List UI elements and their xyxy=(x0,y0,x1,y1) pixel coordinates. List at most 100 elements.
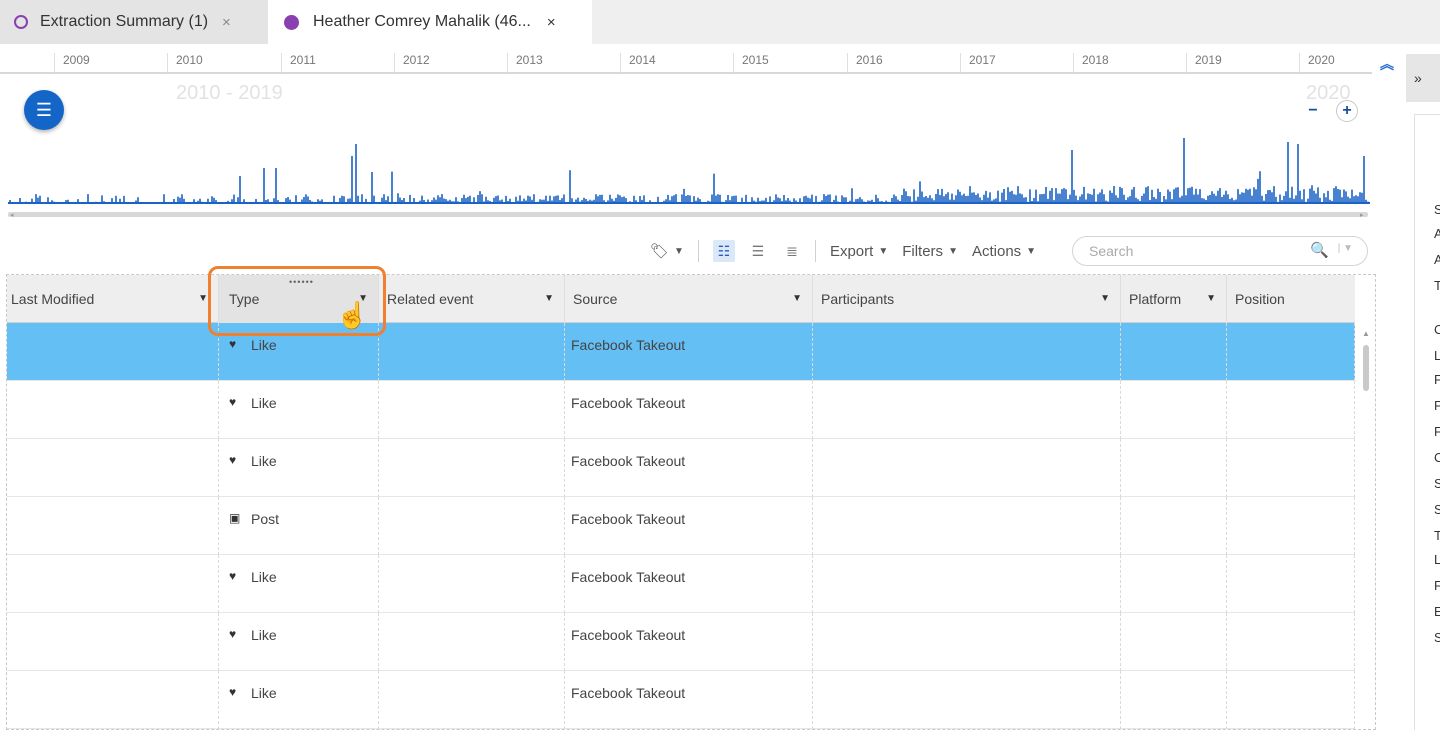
panel-toggle-button[interactable]: » xyxy=(1406,54,1440,102)
heart-icon: ♥ xyxy=(229,337,237,351)
column-header-related-event[interactable]: Related event ▼ xyxy=(379,275,565,323)
column-label: Position xyxy=(1235,291,1285,307)
svg-text:◂: ◂ xyxy=(10,212,14,219)
details-side-panel: » xyxy=(1406,46,1440,730)
timeline-panel[interactable]: 2009 2010 2011 2012 2013 2014 2015 2016 … xyxy=(0,46,1372,228)
search-placeholder: Search xyxy=(1089,243,1134,259)
heart-icon: ♥ xyxy=(229,685,237,699)
cell-last-modified xyxy=(7,439,219,497)
cell-position xyxy=(1227,381,1355,439)
filters-label: Filters xyxy=(902,242,944,260)
filters-dropdown[interactable]: Filters ▼ xyxy=(902,243,958,260)
export-label: Export xyxy=(829,242,874,260)
close-icon[interactable]: × xyxy=(222,14,231,31)
timeline-activity-graph: ◂ ▸ xyxy=(8,138,1370,219)
cell-last-modified xyxy=(7,613,219,671)
search-icon[interactable]: 🔍 xyxy=(1310,241,1329,259)
list-view-icon[interactable]: ☰ xyxy=(747,240,769,262)
table-view-icon[interactable]: ☷ xyxy=(712,240,735,262)
cell-platform xyxy=(1121,323,1227,381)
panel-text-fragment: S xyxy=(1434,630,1440,645)
scroll-up-arrow-icon[interactable]: ▲ xyxy=(1362,329,1370,338)
cell-last-modified xyxy=(7,671,219,729)
cell-source: Facebook Takeout xyxy=(565,555,813,613)
column-label: Related event xyxy=(387,291,474,307)
cell-text: Like xyxy=(251,395,277,411)
hand-cursor-icon: ☝ xyxy=(336,300,369,330)
cell-position xyxy=(1227,497,1355,555)
actions-dropdown[interactable]: Actions ▼ xyxy=(972,243,1036,260)
tab-label: Heather Comrey Mahalik (46... xyxy=(313,13,531,30)
column-label: Participants xyxy=(821,291,895,307)
column-header-source[interactable]: Source ▼ xyxy=(565,275,813,323)
panel-text-fragment: C xyxy=(1434,322,1440,337)
column-header-platform[interactable]: Platform ▼ xyxy=(1121,275,1227,323)
cell-source: Facebook Takeout xyxy=(565,381,813,439)
cell-type: ♥ Like xyxy=(219,439,379,497)
cell-type: ♥ Like xyxy=(219,613,379,671)
cell-text: Facebook Takeout xyxy=(571,395,686,411)
table-row[interactable]: ♥ Like Facebook Takeout xyxy=(7,671,1355,729)
close-icon[interactable]: × xyxy=(547,14,556,31)
list-icon: ☰ xyxy=(35,99,53,120)
panel-text-fragment: S xyxy=(1434,202,1440,217)
cell-last-modified xyxy=(7,381,219,439)
cell-participants xyxy=(813,497,1121,555)
search-input[interactable]: Search 🔍 | ▼ xyxy=(1072,236,1368,266)
cell-platform xyxy=(1121,497,1227,555)
column-label: Last Modified xyxy=(11,291,95,307)
cell-related-event xyxy=(379,439,565,497)
zoom-out-button[interactable]: − xyxy=(1302,100,1324,122)
divider xyxy=(697,240,699,262)
cell-text: Like xyxy=(251,453,277,469)
column-label: Source xyxy=(573,291,618,307)
table-row[interactable]: ▣ Post Facebook Takeout xyxy=(7,497,1355,555)
detail-view-icon[interactable]: ≣ xyxy=(781,240,803,262)
chevron-down-icon[interactable]: ▼ xyxy=(1100,293,1110,304)
collapse-up-icon[interactable]: ︽ xyxy=(1380,54,1394,74)
column-header-participants[interactable]: Participants ▼ xyxy=(813,275,1121,323)
panel-text-fragment: C xyxy=(1434,450,1440,465)
chevron-down-icon[interactable]: | ▼ xyxy=(1338,243,1353,254)
cell-text: Facebook Takeout xyxy=(571,337,686,353)
actions-label: Actions xyxy=(971,242,1022,260)
cell-text: Like xyxy=(251,627,277,643)
chevron-down-icon[interactable]: ▼ xyxy=(544,293,554,304)
panel-text-fragment: L xyxy=(1434,552,1440,567)
cell-source: Facebook Takeout xyxy=(565,323,813,381)
column-header-position[interactable]: Position xyxy=(1227,275,1355,323)
panel-text-fragment: A xyxy=(1434,226,1440,241)
cell-text: Like xyxy=(251,685,277,701)
cell-text: Facebook Takeout xyxy=(571,511,686,527)
heart-icon: ♥ xyxy=(229,569,237,583)
events-table: Last Modified ▼ •••••• Type ▼ Related ev… xyxy=(6,274,1376,730)
table-row[interactable]: ♥ Like Facebook Takeout xyxy=(7,439,1355,497)
cell-source: Facebook Takeout xyxy=(565,497,813,555)
export-dropdown[interactable]: Export ▼ xyxy=(830,243,888,260)
cell-related-event xyxy=(379,671,565,729)
chevron-down-icon[interactable]: ▼ xyxy=(198,293,208,304)
timeline-scrollbar[interactable] xyxy=(8,212,1368,217)
table-row[interactable]: ♥ Like Facebook Takeout xyxy=(7,555,1355,613)
chevron-down-icon[interactable]: ▼ xyxy=(792,293,802,304)
tag-dropdown[interactable]: 🏷 ▼ xyxy=(650,242,684,260)
table-row[interactable]: ♥ Like Facebook Takeout xyxy=(7,381,1355,439)
column-label: Platform xyxy=(1129,291,1182,307)
cell-platform xyxy=(1121,555,1227,613)
vertical-scrollbar[interactable]: ▲ xyxy=(1361,325,1371,729)
cell-text: Facebook Takeout xyxy=(571,685,686,701)
panel-text-fragment: A xyxy=(1434,252,1440,267)
tab-extraction-summary[interactable]: Extraction Summary (1) × xyxy=(0,0,268,44)
cell-related-event xyxy=(379,381,565,439)
tab-heather-comrey-mahalik[interactable]: Heather Comrey Mahalik (46... × xyxy=(268,0,592,44)
svg-text:▸: ▸ xyxy=(1360,212,1364,219)
chevron-down-icon[interactable]: ▼ xyxy=(1206,293,1216,304)
timeline-menu-button[interactable]: ☰ xyxy=(24,90,64,130)
post-icon: ▣ xyxy=(229,511,241,525)
table-row[interactable]: ♥ Like Facebook Takeout xyxy=(7,613,1355,671)
cell-related-event xyxy=(379,323,565,381)
scrollbar-thumb[interactable] xyxy=(1363,345,1369,391)
column-header-last-modified[interactable]: Last Modified ▼ xyxy=(7,275,219,323)
panel-text-fragment: S xyxy=(1434,502,1440,517)
zoom-in-button[interactable]: + xyxy=(1336,100,1358,122)
